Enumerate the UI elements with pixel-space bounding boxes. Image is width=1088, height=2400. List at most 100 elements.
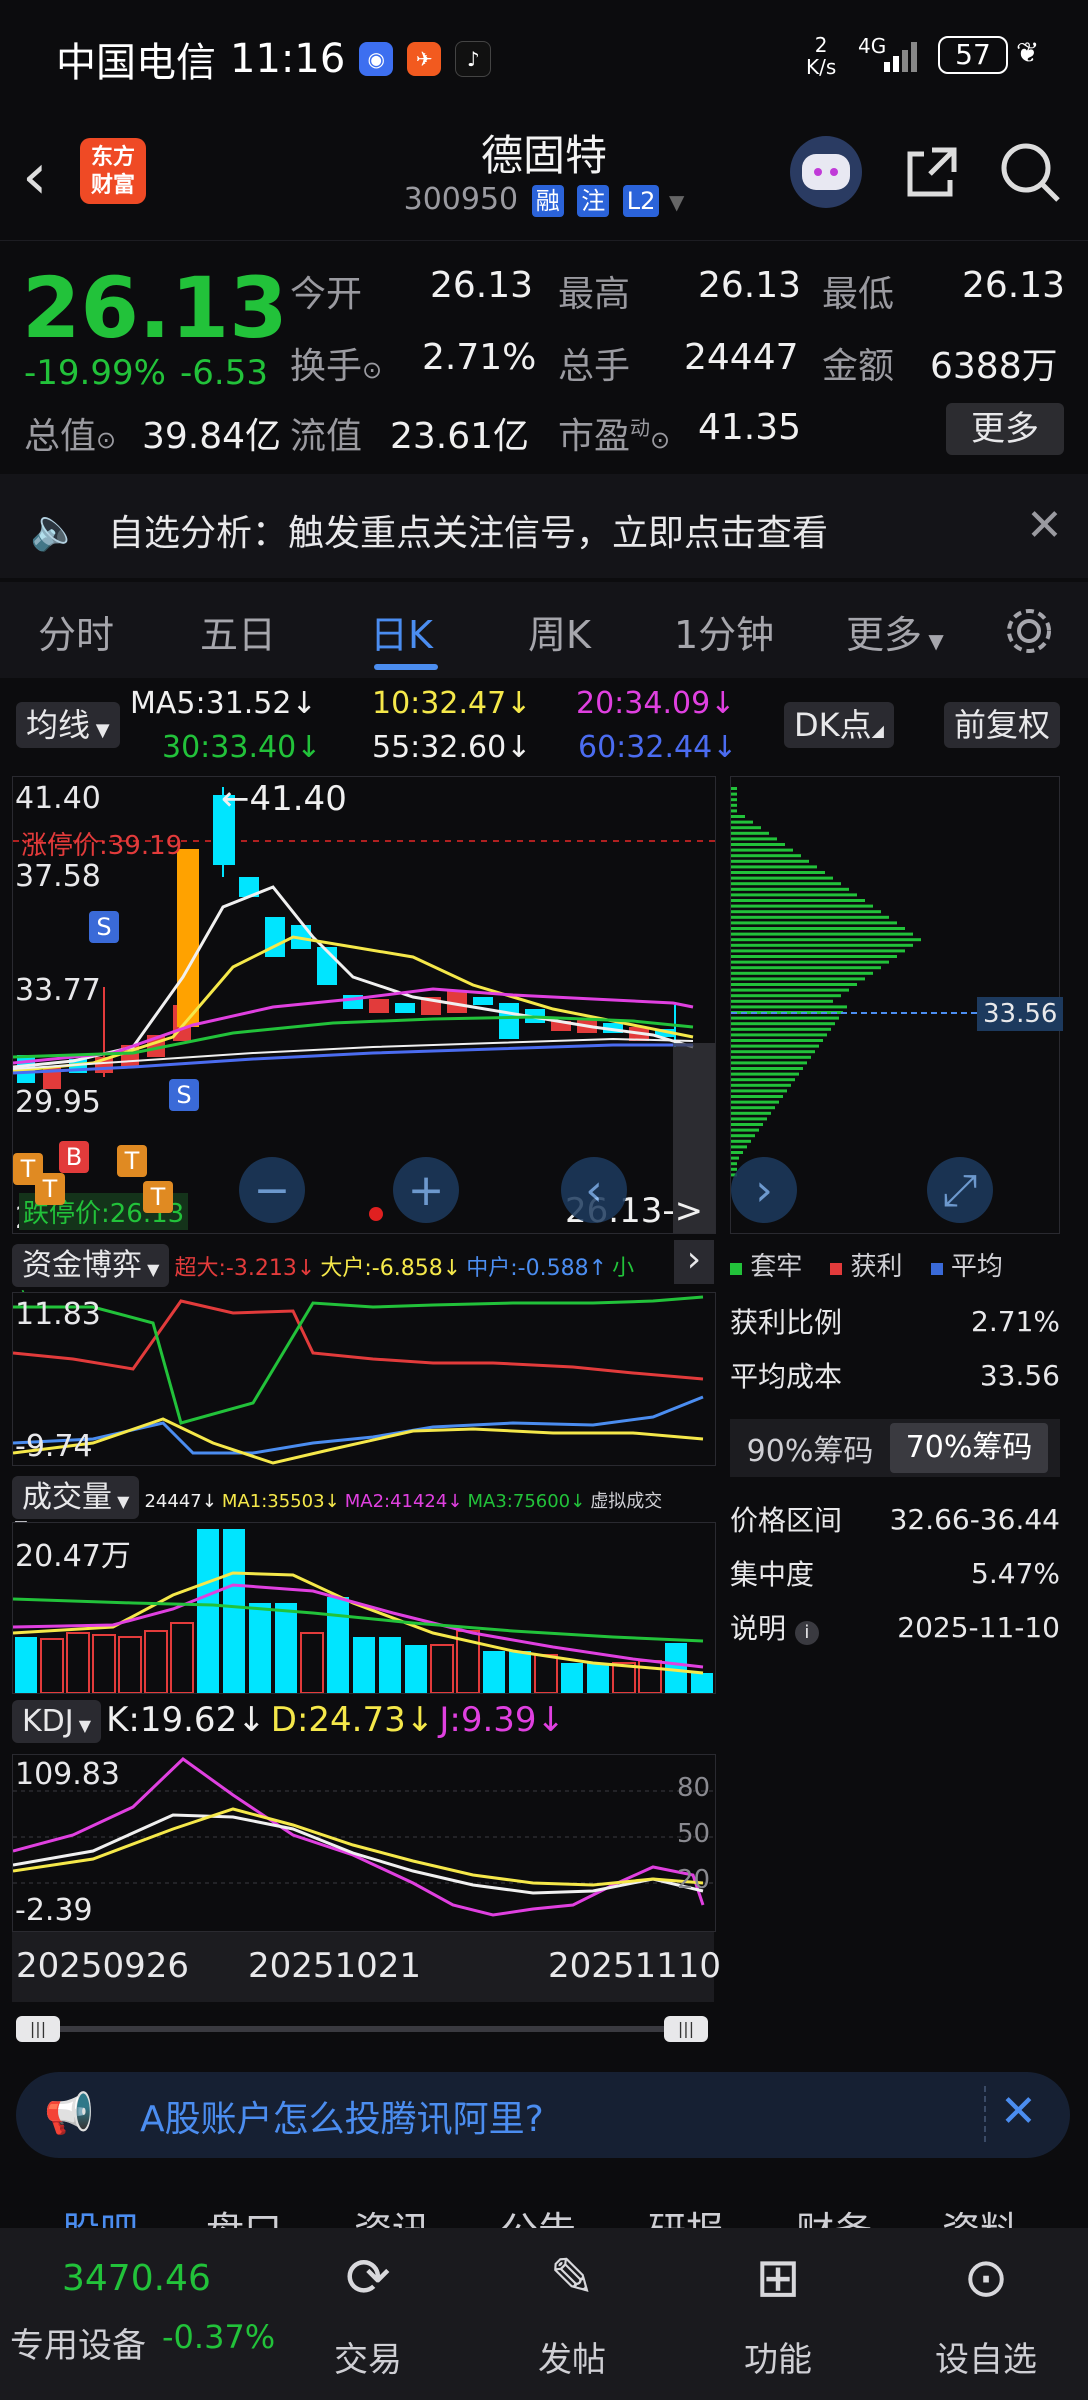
chip-bar [731,938,921,942]
t-marker[interactable]: T [117,1145,147,1177]
tag-l2[interactable]: L2 [622,185,660,217]
tag-margin[interactable]: 融 [531,185,564,217]
slider-handle-left[interactable]: ||| [16,2016,60,2042]
tab-announcements[interactable]: 公告 [500,2200,576,2228]
tab-profile[interactable]: 资料 [942,2200,1018,2228]
capital-selector[interactable]: 资金博弈 ▼ [12,1244,170,1287]
sell-marker[interactable]: S [169,1079,199,1111]
chevron-down-icon[interactable]: ▼ [669,190,684,214]
fullscreen-expand-icon[interactable]: ⤢ [927,1157,993,1223]
volume-bar [483,1651,505,1693]
share-icon[interactable] [902,142,962,202]
volume-bar [691,1673,713,1693]
charging-leaf-icon: ❦ [1016,36,1040,69]
chip-bar [731,1151,743,1154]
tab-more[interactable]: 更多 ▼ [846,604,944,659]
settings-gear-icon[interactable] [1002,604,1056,658]
more-button[interactable]: 更多 [946,403,1064,455]
chip-bar [731,792,737,796]
volume-bar [587,1663,609,1693]
volume-chart[interactable]: 20.47万 [12,1522,716,1694]
tab-orderbook[interactable]: 盘口 [206,2200,282,2228]
index-value[interactable]: 3470.46 [62,2258,211,2299]
tag-registered[interactable]: 注 [577,185,610,217]
kdj-j-value: J:9.39↓ [439,1700,566,1740]
tab-news[interactable]: 资讯 [354,2200,430,2228]
volume-bar [15,1637,37,1693]
zoom-in-button[interactable]: + [393,1157,459,1223]
chip-bar [731,932,913,936]
tab-daily-k[interactable]: 日K [370,604,433,659]
tab-five-day[interactable]: 五日 [200,604,276,659]
capital-flow-chart[interactable]: 11.83 -9.74 [12,1292,716,1466]
active-tab-indicator [374,664,438,670]
chip-bar [731,893,857,897]
ma55-value: 55:32.60↓ [372,730,532,765]
battery-icon: 57 [938,36,1008,74]
volume-label: 总手 [558,346,631,387]
kline-chart[interactable]: 41.40 涨停价:39.19 37.58 33.77 29.95 26.18 … [12,776,716,1236]
chip-bar [731,949,905,953]
tab-weekly-k[interactable]: 周K [528,604,591,659]
sell-marker[interactable]: S [89,911,119,943]
x-axis-date: 20250926 [16,1946,190,1986]
volume-selector[interactable]: 成交量 ▼ [12,1476,140,1519]
nav-functions[interactable]: 功能 [708,2332,848,2381]
tab-forum[interactable]: 股吧 [62,2200,138,2228]
nav-post[interactable]: 发帖 [502,2332,642,2381]
kdj-k-value: K:19.62↓ [106,1700,266,1740]
tab-financials[interactable]: 财务 [796,2200,872,2228]
mktcap-label: 总值⊙ [24,416,117,457]
post-edit-icon[interactable]: ✎ [502,2246,642,2309]
chip-bar [731,955,897,958]
chip-bar [731,854,801,858]
high-label: 最高 [558,274,631,315]
tab-1min[interactable]: 1分钟 [674,604,774,659]
function-grid-icon[interactable]: ⊞ [708,2246,848,2309]
ma-selector[interactable]: 均线 ▼ [16,700,120,748]
notice-banner[interactable]: 🔈 自选分析：触发重点关注信号，立即点击查看 ✕ [0,474,1088,578]
tab-intraday[interactable]: 分时 [38,604,114,659]
kdj-selector[interactable]: KDJ ▼ [12,1700,102,1743]
nav-trade[interactable]: 交易 [298,2332,438,2381]
chip-bar [731,803,737,807]
x-axis-date: 20251021 [248,1946,422,1986]
mktcap-value: 39.84亿 [142,416,282,457]
volume-bar [534,1654,558,1693]
slider-handle-right[interactable]: ||| [664,2016,708,2042]
volume-bar [327,1597,349,1693]
scroll-right-button[interactable]: › [731,1157,797,1223]
price-range-label: 价格区间 [730,1504,843,1537]
note-label[interactable]: 说明 i [730,1607,819,1647]
kdj-chart[interactable]: 109.83 -2.39 80 50 20 [12,1754,716,1932]
price-range-value: 32.66-36.44 [889,1502,1060,1536]
dk-point-button[interactable]: DK点◢ [784,700,894,748]
tab-research[interactable]: 研报 [648,2200,724,2228]
more-dots-icon[interactable]: ⊙ [916,2246,1056,2309]
zoom-out-button[interactable]: − [239,1157,305,1223]
buy-marker[interactable]: B [59,1141,89,1173]
index-change[interactable]: -0.37% [162,2318,275,2356]
chip-bar [731,1027,831,1031]
search-icon[interactable] [998,140,1062,204]
t-marker[interactable]: T [143,1181,173,1213]
close-icon[interactable]: ✕ [1000,2086,1037,2137]
chip-70-button[interactable]: 70%筹码 [890,1423,1048,1473]
chip-90-button[interactable]: 90%筹码 [730,1426,890,1470]
t-marker[interactable]: T [35,1173,65,1205]
range-slider[interactable]: ||| ||| [16,2016,710,2042]
scroll-left-button[interactable]: ‹ [561,1157,627,1223]
chip-bar [731,1156,739,1160]
robot-assistant-icon[interactable] [790,136,862,208]
ad-banner[interactable]: 📢 A股账户怎么投腾讯阿里? ✕ [16,2072,1070,2158]
chip-bar [731,1095,783,1098]
large-flow: 大户:-6.858↓ [320,1256,462,1281]
adjust-button[interactable]: 前复权 [944,700,1061,748]
close-icon[interactable]: ✕ [1026,500,1063,551]
nav-add-watchlist[interactable]: 设自选 [916,2332,1056,2381]
index-sector-label[interactable]: 专用设备 [10,2318,146,2367]
chip-bar [731,1039,823,1042]
trade-icon[interactable]: ⟳ [298,2246,438,2309]
expand-arrow-icon[interactable]: › [674,1240,714,1284]
volume-bar [197,1529,219,1693]
